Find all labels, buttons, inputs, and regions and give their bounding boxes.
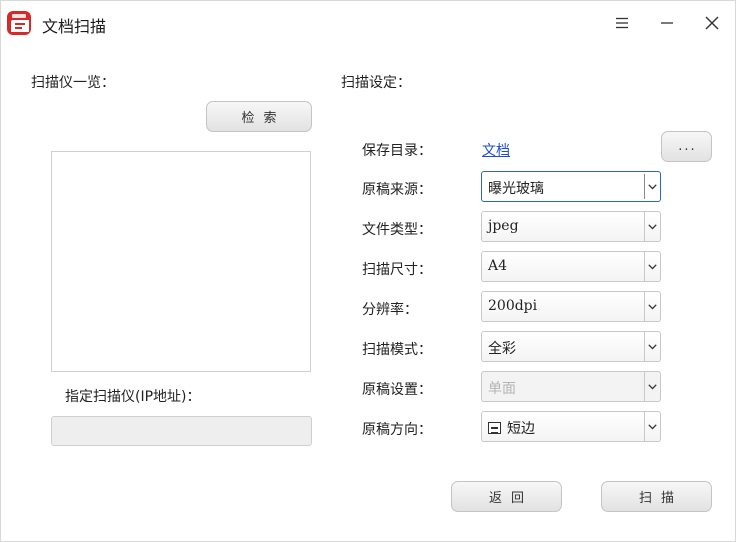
window-title: 文档扫描	[42, 17, 107, 36]
original-setting-label: 原稿设置：	[362, 382, 432, 398]
scanner-list[interactable]	[51, 151, 311, 372]
chevron-down-icon	[648, 183, 657, 190]
scan-size-value: A4	[488, 258, 508, 274]
chevron-down-icon	[648, 303, 657, 310]
app-logo-icon	[7, 11, 31, 35]
chevron-down-icon	[648, 383, 657, 390]
source-select[interactable]: 曝光玻璃	[481, 171, 661, 202]
ip-address-input[interactable]	[51, 416, 312, 446]
scan-mode-select[interactable]: 全彩	[481, 331, 661, 362]
document-scan-window: 文档扫描 扫描仪一览： 检索 指定扫描仪(IP地址)： 扫描设定： 保存目录： …	[0, 0, 736, 542]
scan-settings-title: 扫描设定：	[341, 75, 411, 91]
scanner-list-title: 扫描仪一览：	[31, 75, 115, 91]
resolution-label: 分辨率：	[362, 302, 418, 318]
ip-address-label: 指定扫描仪(IP地址)：	[65, 389, 201, 405]
hamburger-menu-icon	[616, 17, 628, 29]
resolution-select[interactable]: 200dpi	[481, 291, 661, 322]
close-button[interactable]	[697, 9, 727, 37]
file-type-select[interactable]: jpeg	[481, 211, 661, 242]
orientation-label: 原稿方向：	[362, 422, 432, 438]
original-setting-select: 单面	[481, 371, 661, 402]
browse-button[interactable]: ...	[661, 131, 712, 162]
chevron-down-icon	[648, 223, 657, 230]
file-type-label: 文件类型：	[362, 222, 432, 238]
minimize-button[interactable]	[652, 9, 682, 37]
resolution-value: 200dpi	[488, 298, 538, 314]
menu-button[interactable]	[607, 9, 637, 37]
orientation-select[interactable]: 短边	[481, 411, 661, 442]
scan-size-select[interactable]: A4	[481, 251, 661, 282]
scan-size-label: 扫描尺寸：	[362, 262, 432, 278]
source-label: 原稿来源：	[362, 182, 432, 198]
scan-mode-value: 全彩	[488, 341, 516, 357]
close-icon	[705, 16, 719, 30]
title-bar: 文档扫描	[1, 1, 736, 45]
back-button[interactable]: 返回	[451, 481, 562, 512]
source-value: 曝光玻璃	[488, 181, 544, 197]
minimize-icon	[661, 22, 673, 24]
file-type-value: jpeg	[488, 218, 519, 234]
chevron-down-icon	[648, 263, 657, 270]
search-button[interactable]: 检索	[206, 101, 312, 132]
original-setting-value: 单面	[488, 381, 516, 397]
save-directory-label: 保存目录：	[362, 143, 432, 159]
save-directory-link[interactable]: 文档	[482, 140, 510, 160]
chevron-down-icon	[648, 423, 657, 430]
scan-button[interactable]: 扫描	[601, 481, 712, 512]
orientation-value: 短边	[507, 421, 535, 437]
scan-mode-label: 扫描模式：	[362, 342, 432, 358]
short-edge-orientation-icon	[488, 422, 501, 434]
chevron-down-icon	[648, 343, 657, 350]
